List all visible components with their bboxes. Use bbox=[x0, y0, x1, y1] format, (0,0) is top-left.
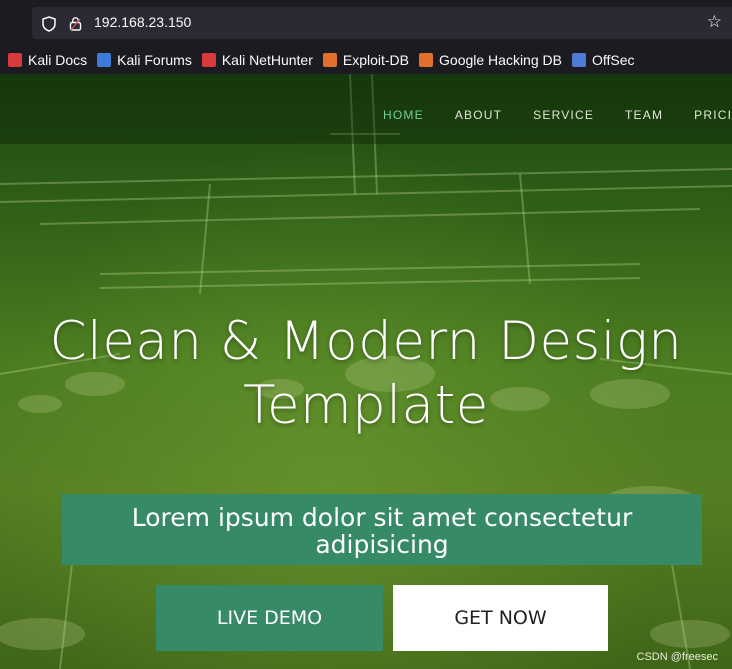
hero-title-line-1: Clean & Modern Design bbox=[49, 311, 683, 372]
main-nav: HOME ABOUT SERVICE TEAM PRICING bbox=[383, 108, 732, 122]
bookmark-exploit-db[interactable]: Exploit-DB bbox=[322, 51, 410, 68]
hero-title-line-2: Template bbox=[243, 375, 489, 436]
kali-docs-icon bbox=[8, 52, 22, 67]
bookmark-kali-nethunter[interactable]: Kali NetHunter bbox=[201, 51, 313, 68]
shield-icon[interactable] bbox=[42, 16, 56, 36]
url-text[interactable]: 192.168.23.150 bbox=[94, 14, 191, 30]
hero-subtitle-line-1: Lorem ipsum dolor sit amet consectetur bbox=[131, 503, 633, 532]
kali-forums-icon bbox=[97, 52, 112, 67]
nav-item-about[interactable]: ABOUT bbox=[455, 108, 502, 122]
bookmark-kali-docs[interactable]: Kali Docs bbox=[8, 52, 87, 68]
watermark: CSDN @freesec bbox=[636, 651, 718, 663]
exploit-db-icon bbox=[322, 52, 337, 67]
bookmark-offsec[interactable]: OffSec bbox=[571, 51, 635, 68]
nav-item-team[interactable]: TEAM bbox=[625, 108, 663, 122]
nav-item-pricing[interactable]: PRICING bbox=[694, 108, 732, 122]
ghdb-icon bbox=[419, 52, 434, 67]
hero-subtitle-line-2: adipisicing bbox=[315, 530, 449, 559]
lock-icon[interactable] bbox=[69, 16, 82, 35]
bookmark-label: Exploit-DB bbox=[342, 51, 410, 68]
offsec-icon bbox=[571, 52, 586, 67]
bookmark-google-hacking-db[interactable]: Google Hacking DB bbox=[419, 52, 562, 68]
hero-title: Clean & Modern Design Template bbox=[0, 310, 732, 438]
bookmark-label: OffSec bbox=[591, 51, 635, 68]
bookmark-label: Kali Forums bbox=[117, 51, 192, 68]
hero-subtitle: Lorem ipsum dolor sit amet consectetur a… bbox=[62, 494, 702, 565]
bookmarks-bar: Kali Docs Kali Forums Kali NetHunter Exp… bbox=[0, 45, 732, 74]
hero-section: HOME ABOUT SERVICE TEAM PRICING Clean & … bbox=[0, 74, 732, 669]
bookmark-label: Kali NetHunter bbox=[221, 51, 313, 68]
kali-nethunter-icon bbox=[201, 52, 216, 67]
nav-item-home[interactable]: HOME bbox=[383, 108, 424, 122]
get-now-button[interactable]: GET NOW bbox=[393, 585, 608, 651]
bookmark-label: Kali Docs bbox=[28, 51, 88, 68]
nav-item-service[interactable]: SERVICE bbox=[533, 108, 594, 122]
live-demo-button[interactable]: LIVE DEMO bbox=[156, 585, 383, 651]
bookmark-label: Google Hacking DB bbox=[439, 51, 562, 68]
browser-toolbar: 192.168.23.150 ☆ bbox=[0, 0, 732, 45]
address-bar[interactable]: 192.168.23.150 ☆ bbox=[32, 7, 732, 39]
bookmark-kali-forums[interactable]: Kali Forums bbox=[97, 52, 192, 68]
bookmark-star-icon[interactable]: ☆ bbox=[707, 13, 722, 31]
